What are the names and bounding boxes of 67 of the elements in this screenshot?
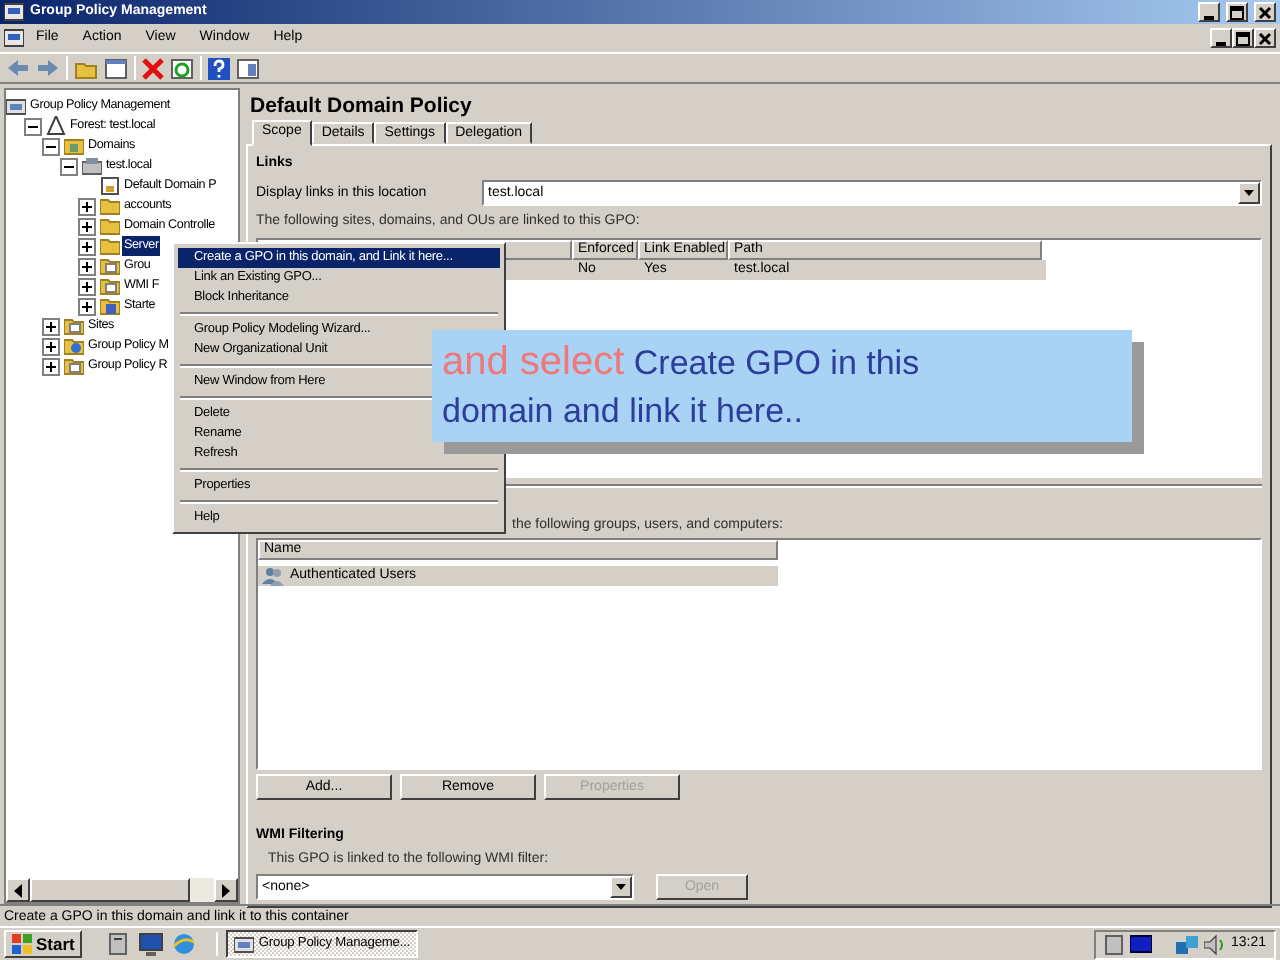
network-connection-icon[interactable]	[1176, 933, 1199, 955]
screen-icon[interactable]	[1130, 933, 1153, 955]
expander[interactable]	[78, 297, 96, 315]
folder-icon	[64, 356, 84, 376]
left-arrow-icon	[14, 883, 22, 897]
console-icon[interactable]	[4, 28, 24, 48]
expander[interactable]	[78, 197, 96, 215]
expander[interactable]	[42, 137, 60, 155]
delete-icon[interactable]	[142, 57, 164, 79]
right-arrow-icon	[222, 883, 230, 897]
server-icon[interactable]	[106, 932, 131, 956]
forest-icon	[46, 116, 66, 136]
expander[interactable]	[42, 317, 60, 335]
help-icon[interactable]	[208, 57, 230, 79]
expander[interactable]	[24, 117, 42, 135]
close-icon	[1258, 31, 1272, 45]
scrollbar-thumb[interactable]	[30, 878, 190, 902]
close-button[interactable]	[1254, 2, 1276, 22]
expander[interactable]	[78, 237, 96, 255]
windows-logo-icon	[12, 934, 32, 954]
plus-icon	[82, 201, 92, 211]
dropdown-arrow-icon	[616, 884, 626, 890]
restore-icon	[1236, 31, 1250, 45]
scroll-left-button[interactable]	[6, 878, 30, 902]
folder-icon	[64, 316, 84, 336]
expander[interactable]	[78, 277, 96, 295]
expander[interactable]	[60, 157, 78, 175]
domains-icon	[64, 136, 84, 156]
refresh-icon[interactable]	[170, 57, 194, 79]
window-icon[interactable]	[104, 57, 128, 79]
plus-icon	[46, 341, 56, 351]
plus-icon	[82, 301, 92, 311]
plus-icon	[82, 281, 92, 291]
policy-icon	[100, 176, 120, 196]
users-icon	[262, 566, 284, 586]
plus-icon	[46, 361, 56, 371]
maximize-button[interactable]	[1226, 2, 1248, 22]
pane-title: Default Domain Policy	[248, 92, 474, 120]
scroll-right-button[interactable]	[214, 878, 238, 902]
console-icon	[234, 934, 255, 954]
plus-icon	[46, 321, 56, 331]
callout-text: and select Create GPO in this domain and link it here..	[432, 330, 1132, 442]
console-icon	[6, 96, 26, 116]
maximize-icon	[1230, 5, 1244, 19]
plus-icon	[82, 221, 92, 231]
monitor-icon[interactable]	[138, 932, 165, 956]
panel-icon[interactable]	[236, 57, 260, 79]
speaker-icon[interactable]	[1204, 933, 1225, 955]
plus-icon	[82, 261, 92, 271]
domain-icon	[82, 156, 102, 176]
restore-button[interactable]	[1232, 28, 1254, 48]
close-icon	[1258, 5, 1272, 19]
plus-icon	[82, 241, 92, 251]
close-button[interactable]	[1254, 28, 1276, 48]
expander[interactable]	[42, 357, 60, 375]
folder-icon	[64, 336, 84, 356]
minimize-button[interactable]	[1198, 2, 1220, 22]
folder-icon	[100, 296, 120, 316]
start-button[interactable]: Start	[4, 930, 83, 958]
folder-icon	[100, 256, 120, 276]
expander[interactable]	[42, 337, 60, 355]
expander[interactable]	[78, 217, 96, 235]
expander[interactable]	[78, 257, 96, 275]
dropdown-arrow-icon	[1244, 190, 1254, 196]
console-icon	[4, 2, 24, 22]
minimize-button[interactable]	[1210, 28, 1232, 48]
folder-icon	[100, 276, 120, 296]
